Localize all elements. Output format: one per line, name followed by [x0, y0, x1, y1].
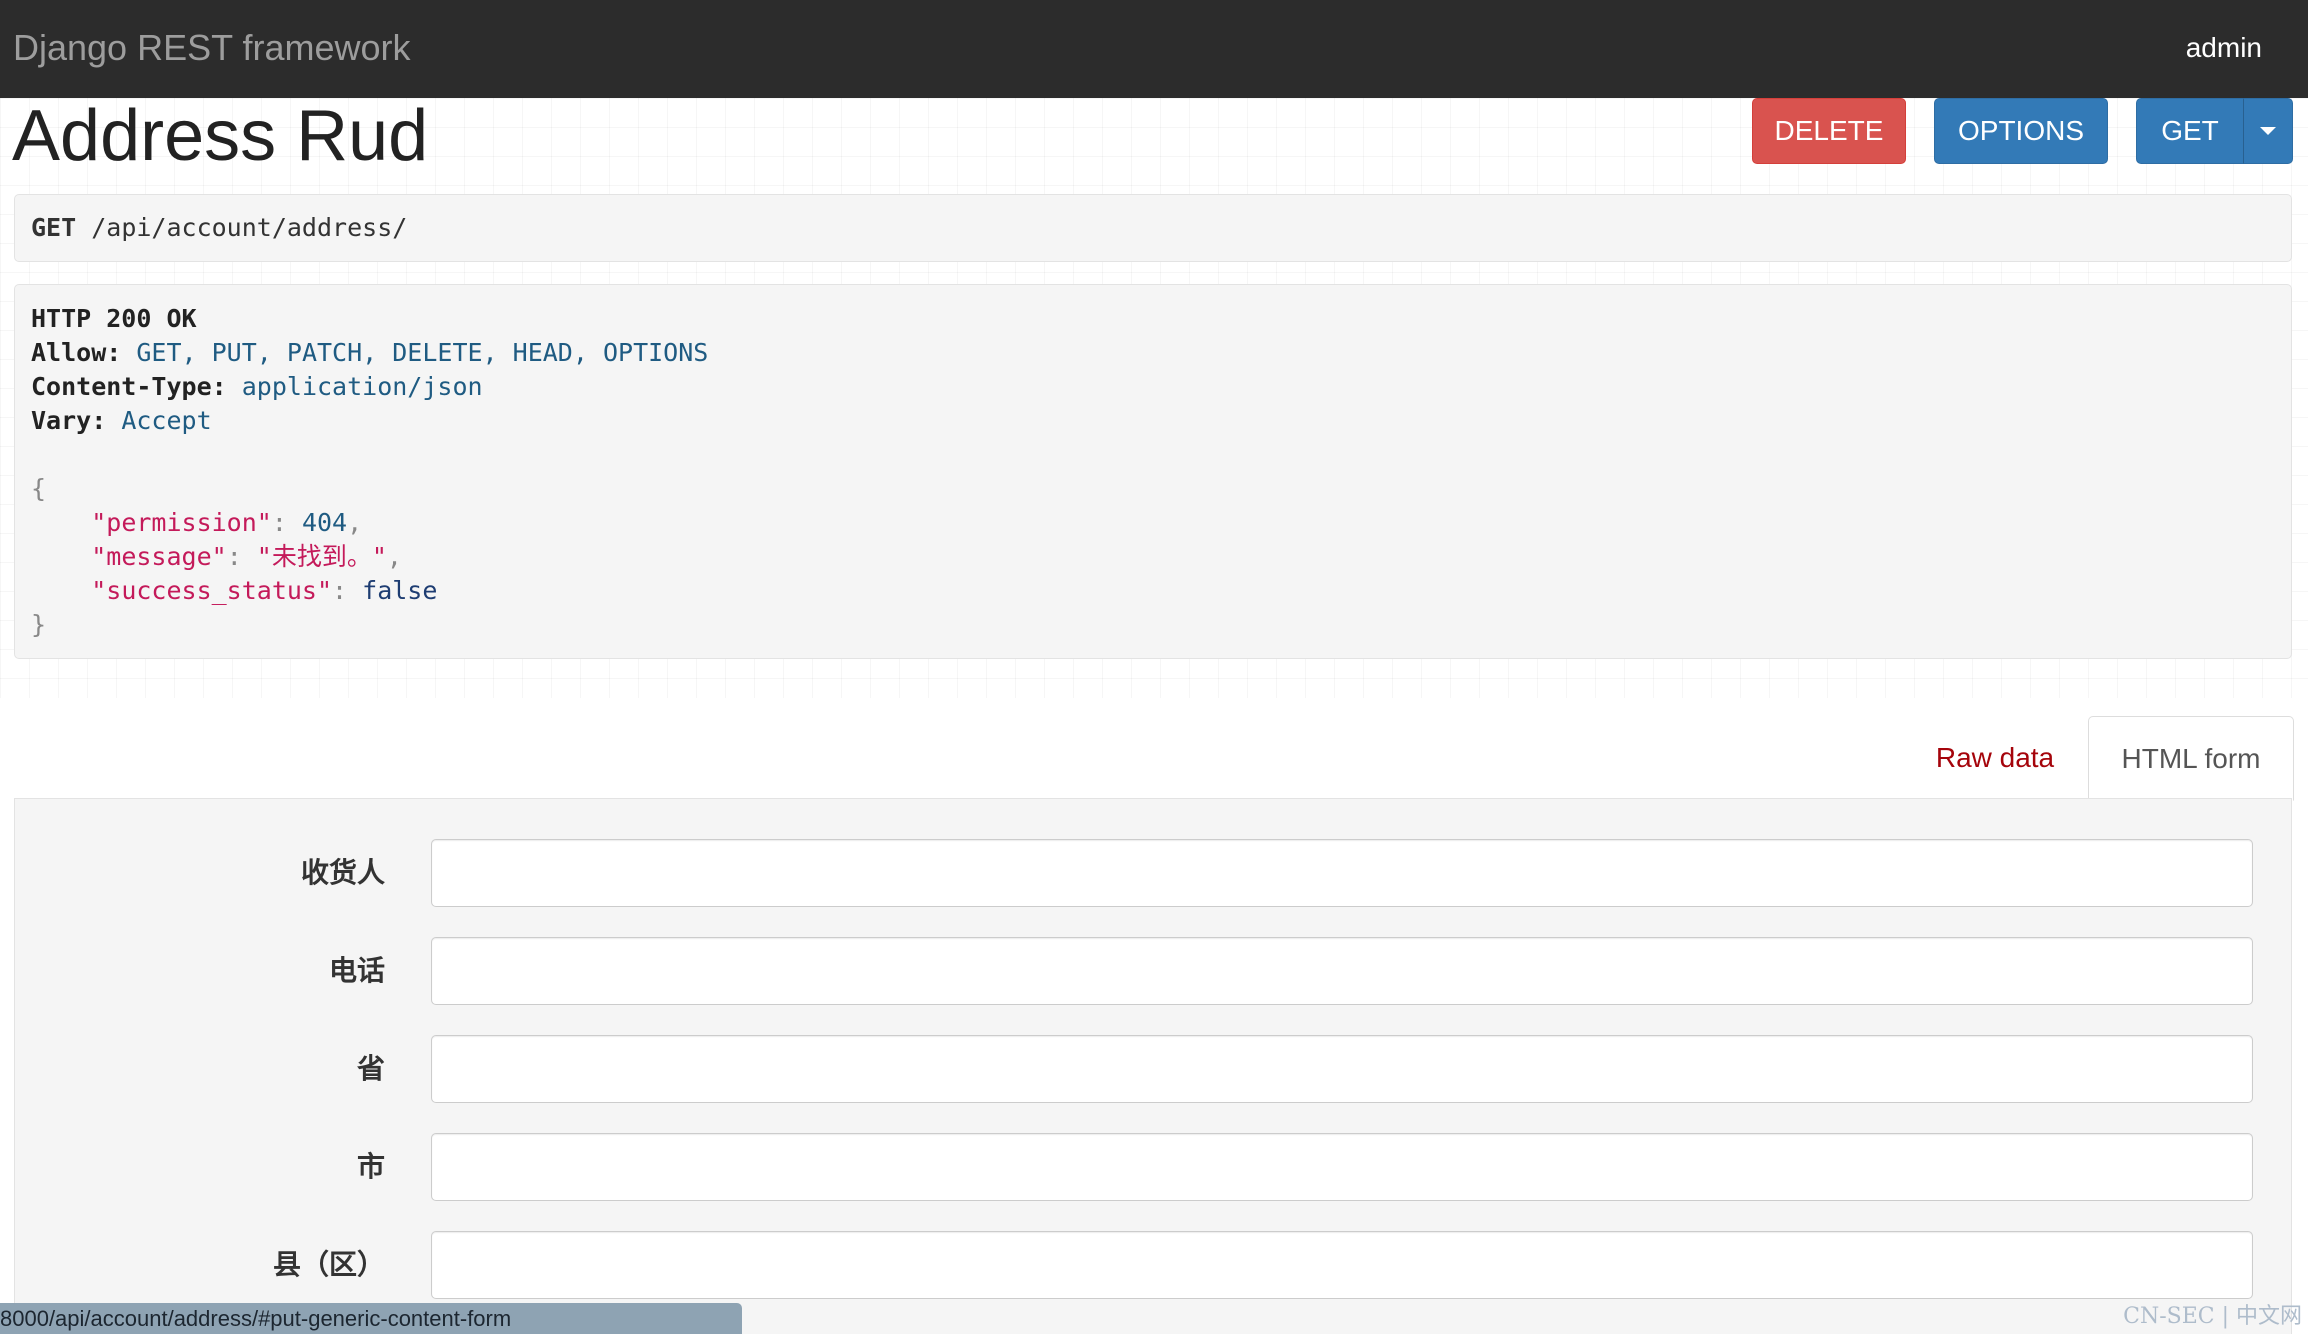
json-value: "未找到。" — [256, 542, 387, 571]
field-label: 电话 — [328, 955, 385, 986]
json-value: 404 — [301, 508, 348, 537]
brand-link[interactable]: Django REST framework — [13, 0, 410, 98]
field-label: 收货人 — [300, 857, 385, 888]
get-button[interactable]: GET — [2136, 98, 2244, 164]
form-row: 电话 — [15, 937, 2291, 1005]
header-value: GET, PUT, PATCH, DELETE, HEAD, OPTIONS — [136, 338, 709, 367]
city-input[interactable] — [431, 1133, 2253, 1201]
page-title: Address Rud — [12, 96, 429, 176]
phone-input[interactable] — [431, 937, 2253, 1005]
request-method: GET — [31, 213, 77, 242]
form-row: 市 — [15, 1133, 2291, 1201]
field-label: 县（区） — [272, 1249, 385, 1280]
form-row: 省 — [15, 1035, 2291, 1103]
delete-button[interactable]: DELETE — [1752, 98, 1906, 164]
request-path: /api/account/address/ — [91, 213, 408, 242]
json-value: false — [362, 576, 438, 605]
user-menu[interactable]: admin — [2186, 0, 2262, 98]
form-row: 县（区） — [15, 1231, 2291, 1299]
watermark: CN-SEC | 中文网 — [2123, 1304, 2302, 1329]
request-info: GET /api/account/address/ — [14, 194, 2292, 262]
link-status-bar: 8000/api/account/address/#put-generic-co… — [0, 1303, 742, 1334]
json-key: "permission" — [91, 508, 272, 537]
form-row: 收货人 — [15, 839, 2291, 907]
json-key: "success_status" — [91, 576, 333, 605]
header-value: application/json — [241, 372, 483, 401]
header-name: Content-Type: — [31, 372, 227, 401]
response-status: HTTP 200 OK — [31, 304, 197, 333]
json-open-brace: { — [31, 474, 47, 503]
response-info: HTTP 200 OK Allow: GET, PUT, PATCH, DELE… — [14, 284, 2292, 659]
json-key: "message" — [91, 542, 227, 571]
json-close-brace: } — [31, 610, 47, 639]
top-navbar: Django REST framework admin — [0, 0, 2308, 98]
options-button[interactable]: OPTIONS — [1934, 98, 2108, 164]
header-value: Accept — [121, 406, 212, 435]
tab-html-form[interactable]: HTML form — [2088, 716, 2294, 801]
put-form-panel: 收货人 电话 省 市 县（区） — [14, 798, 2292, 1334]
county-input[interactable] — [431, 1231, 2253, 1299]
get-format-dropdown-button[interactable] — [2243, 98, 2293, 164]
field-label: 市 — [356, 1151, 385, 1182]
caret-down-icon — [2260, 127, 2276, 135]
consignee-input[interactable] — [431, 839, 2253, 907]
tab-raw-data[interactable]: Raw data — [1915, 716, 2075, 800]
header-name: Vary: — [31, 406, 107, 435]
header-name: Allow: — [31, 338, 122, 367]
province-input[interactable] — [431, 1035, 2253, 1103]
field-label: 省 — [356, 1053, 385, 1084]
